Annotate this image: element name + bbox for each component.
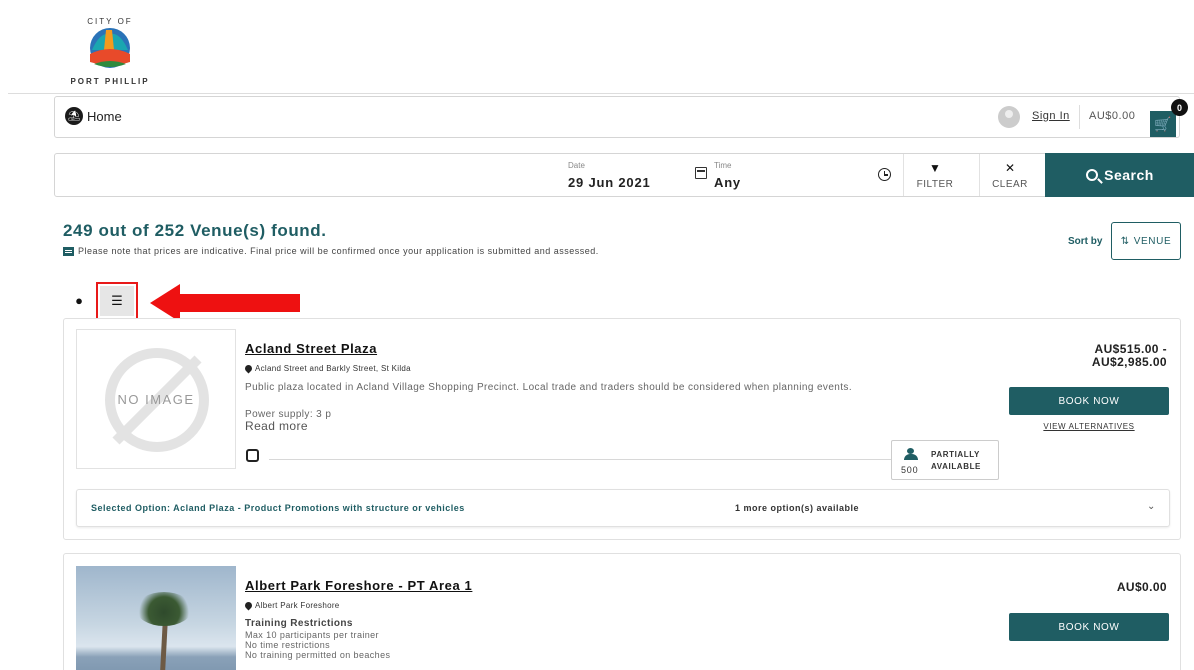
- venue-address-text: Acland Street and Barkly Street, St Kild…: [255, 364, 411, 373]
- restriction-item: Max 10 participants per trainer: [245, 630, 379, 640]
- chevron-down-icon: ⌄: [1147, 501, 1156, 512]
- date-value: 29 Jun 2021: [568, 175, 651, 190]
- home-label: Home: [87, 108, 122, 124]
- view-alternatives-link[interactable]: VIEW ALTERNATIVES: [1009, 422, 1169, 431]
- book-now-button[interactable]: BOOK NOW: [1009, 613, 1169, 641]
- city-of-port-phillip-logo: CITY OF PORT PHILLIP: [70, 17, 149, 86]
- cart-button[interactable]: 🛒: [1150, 111, 1176, 137]
- time-label: Time: [714, 161, 732, 170]
- people-icon: [904, 448, 918, 460]
- venue-title-link[interactable]: Acland Street Plaza: [245, 341, 377, 356]
- search-bar: Date 29 Jun 2021 Time Any ▼ FILTER ✕ CLE…: [54, 153, 1194, 197]
- map-pin-icon: ●: [75, 292, 83, 308]
- selected-option-accordion[interactable]: Selected Option: Acland Plaza - Product …: [76, 489, 1170, 527]
- calendar-icon: [695, 167, 707, 179]
- map-view-toggle[interactable]: ●: [64, 286, 94, 314]
- venue-title-link[interactable]: Albert Park Foreshore - PT Area 1: [245, 578, 472, 593]
- filter-label: FILTER: [916, 178, 954, 190]
- top-navbar: ⛱ Home Sign In AU$0.00 🛒 0: [54, 96, 1188, 138]
- search-label: Search: [1104, 167, 1154, 183]
- funnel-icon: ▼: [929, 160, 941, 175]
- home-link[interactable]: ⛱ Home: [65, 107, 122, 125]
- home-icon: ⛱: [65, 107, 83, 125]
- venue-address: Acland Street and Barkly Street, St Kild…: [243, 363, 411, 374]
- book-now-button[interactable]: BOOK NOW: [1009, 387, 1169, 415]
- date-label: Date: [568, 161, 585, 170]
- annotation-arrow: [178, 294, 300, 312]
- clear-label: CLEAR: [992, 178, 1028, 190]
- svg-text:PORT PHILLIP: PORT PHILLIP: [70, 77, 149, 86]
- clear-button[interactable]: ✕ CLEAR: [980, 154, 1040, 196]
- sort-icon: ⇅: [1120, 235, 1130, 247]
- sort-value: VENUE: [1133, 235, 1172, 247]
- restrictions-title: Training Restrictions: [245, 618, 353, 629]
- close-icon: ✕: [1004, 160, 1016, 175]
- search-icon: [1086, 169, 1099, 181]
- map-pin-icon: [243, 363, 254, 374]
- cart-total: AU$0.00: [1089, 110, 1136, 122]
- time-value: Any: [714, 175, 741, 190]
- venue-price: AU$0.00: [1116, 580, 1167, 594]
- date-field[interactable]: Date 29 Jun 2021: [560, 154, 715, 196]
- no-image-placeholder: NO IMAGE: [76, 329, 236, 469]
- no-image-text: NO IMAGE: [117, 391, 195, 407]
- venue-address-text: Albert Park Foreshore: [255, 601, 340, 610]
- bus-icon: [246, 449, 259, 462]
- price-note: Please note that prices are indicative. …: [63, 246, 599, 256]
- cart-icon: 🛒: [1154, 115, 1172, 132]
- annotation-arrow-head: [150, 284, 180, 322]
- more-options-text: 1 more option(s) available: [735, 503, 860, 513]
- venue-description: Public plaza located in Acland Village S…: [245, 382, 853, 393]
- svg-text:CITY OF: CITY OF: [87, 17, 132, 26]
- availability-badge: 500 PARTIALLY AVAILABLE: [891, 440, 999, 480]
- results-count-heading: 249 out of 252 Venue(s) found.: [63, 221, 327, 240]
- sort-button[interactable]: ⇅ VENUE: [1111, 222, 1181, 260]
- venue-address: Albert Park Foreshore: [243, 600, 340, 611]
- availability-text: PARTIALLY AVAILABLE: [931, 450, 981, 471]
- venue-photo: [76, 566, 236, 670]
- selected-option-text: Selected Option: Acland Plaza - Product …: [91, 503, 465, 513]
- sort-by-label: Sort by: [1068, 236, 1103, 247]
- read-more-link[interactable]: Read more: [245, 419, 308, 433]
- divider-line: [269, 459, 894, 460]
- list-icon: ☰: [100, 286, 134, 316]
- price-note-text: Please note that prices are indicative. …: [78, 246, 599, 256]
- header-divider: [8, 93, 1194, 94]
- cart-count-badge: 0: [1171, 99, 1188, 116]
- map-pin-icon: [243, 600, 254, 611]
- search-button[interactable]: Search: [1045, 153, 1194, 197]
- capacity-value: 500: [901, 465, 919, 475]
- restriction-item: No training permitted on beaches: [245, 650, 391, 660]
- nav-divider: [1079, 105, 1080, 129]
- venue-card: Albert Park Foreshore - PT Area 1 Albert…: [63, 553, 1181, 670]
- venue-price: AU$515.00 - AU$2,985.00: [1091, 342, 1167, 369]
- clock-icon: [878, 168, 891, 181]
- message-icon: [63, 246, 74, 256]
- search-divider: [903, 154, 904, 196]
- venue-card: NO IMAGE Acland Street Plaza Acland Stre…: [63, 318, 1181, 540]
- time-field[interactable]: Time Any: [710, 154, 895, 196]
- sign-in-link[interactable]: Sign In: [1032, 110, 1070, 122]
- filter-button[interactable]: ▼ FILTER: [905, 154, 965, 196]
- restriction-item: No time restrictions: [245, 640, 331, 650]
- palm-tree-leaves: [136, 592, 192, 626]
- user-avatar-icon[interactable]: [998, 106, 1020, 128]
